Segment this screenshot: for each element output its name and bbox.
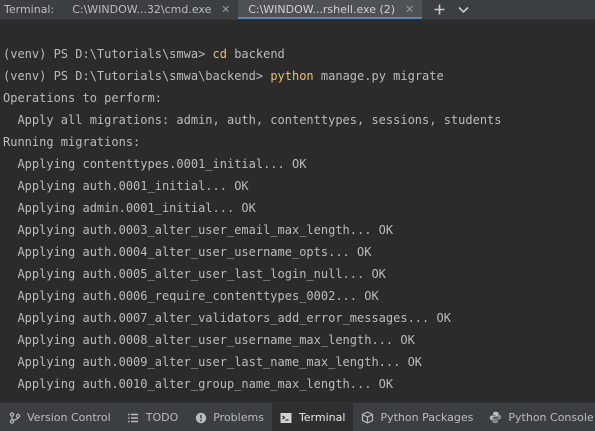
terminal-line: Applying auth.0009_alter_user_last_name_… [3, 355, 423, 369]
terminal-line: Applying contenttypes.0001_initial... OK [3, 157, 307, 171]
chevron-down-icon[interactable] [456, 3, 470, 17]
terminal-tabbar-label: Terminal: [4, 3, 55, 16]
tool-label: Problems [213, 411, 264, 424]
branch-icon [8, 411, 21, 424]
terminal-line: Applying auth.0008_alter_user_username_m… [3, 333, 415, 347]
terminal-line: Applying admin.0001_initial... OK [3, 201, 256, 215]
tool-todo[interactable]: TODO [119, 403, 187, 431]
terminal-output[interactable]: (venv) PS D:\Tutorials\smwa> cd backend … [0, 20, 595, 401]
terminal-line: Applying auth.0004_alter_user_username_o… [3, 245, 372, 259]
terminal-line: Running migrations: [3, 135, 141, 149]
command-args: manage.py migrate [313, 69, 444, 83]
terminal-line: (venv) PS D:\Tutorials\smwa\backend> pyt… [3, 69, 444, 83]
problems-icon [194, 411, 207, 424]
terminal-line: (venv) PS D:\Tutorials\smwa> cd backend [3, 47, 285, 61]
terminal-line: Applying auth.0003_alter_user_email_max_… [3, 223, 394, 237]
tab-powershell[interactable]: C:\WINDOW...rshell.exe (2) ✕ [238, 0, 423, 19]
prompt-text: (venv) PS D:\Tutorials\smwa> [3, 47, 213, 61]
tool-python-packages[interactable]: Python Packages [353, 403, 481, 431]
python-console-icon [489, 411, 502, 424]
tabbar-actions [422, 0, 470, 19]
terminal-line: Operations to perform: [3, 91, 162, 105]
terminal-line: Applying auth.0006_require_contenttypes_… [3, 289, 379, 303]
terminal-line: Applying auth.0007_alter_validators_add_… [3, 311, 451, 325]
terminal-line: Applying auth.0005_alter_user_last_login… [3, 267, 386, 281]
command-args: backend [226, 47, 285, 61]
tool-version-control[interactable]: Version Control [0, 403, 119, 431]
tool-label: Version Control [27, 411, 111, 424]
tool-label: TODO [145, 411, 179, 424]
terminal-line: Apply all migrations: admin, auth, conte… [3, 113, 502, 127]
list-icon [127, 411, 140, 424]
tab-cmd[interactable]: C:\WINDOW...32\cmd.exe ✕ [62, 0, 238, 19]
terminal-tab-bar: Terminal: C:\WINDOW...32\cmd.exe ✕ C:\WI… [0, 0, 595, 20]
terminal-icon [280, 411, 293, 424]
terminal-line: Applying auth.0010_alter_group_name_max_… [3, 377, 394, 391]
tool-label: Terminal [298, 411, 346, 424]
tool-window-bar: Version Control TODO Problems Terminal P… [0, 402, 595, 431]
tool-problems[interactable]: Problems [186, 403, 272, 431]
close-icon[interactable]: ✕ [219, 3, 232, 17]
tab-powershell-title: C:\WINDOW...rshell.exe (2) [248, 3, 396, 16]
command-keyword: python [270, 69, 314, 83]
plus-icon[interactable] [432, 3, 446, 17]
close-icon[interactable]: ✕ [403, 3, 416, 17]
tool-terminal[interactable]: Terminal [271, 403, 354, 431]
terminal-line: Applying auth.0001_initial... OK [3, 179, 249, 193]
command-keyword: cd [212, 47, 227, 61]
tool-python-console[interactable]: Python Console [481, 403, 595, 431]
tool-label: Python Packages [380, 411, 474, 424]
prompt-text: (venv) PS D:\Tutorials\smwa\backend> [3, 69, 271, 83]
package-icon [361, 411, 374, 424]
tool-label: Python Console [508, 411, 594, 424]
tab-cmd-title: C:\WINDOW...32\cmd.exe [72, 3, 212, 16]
